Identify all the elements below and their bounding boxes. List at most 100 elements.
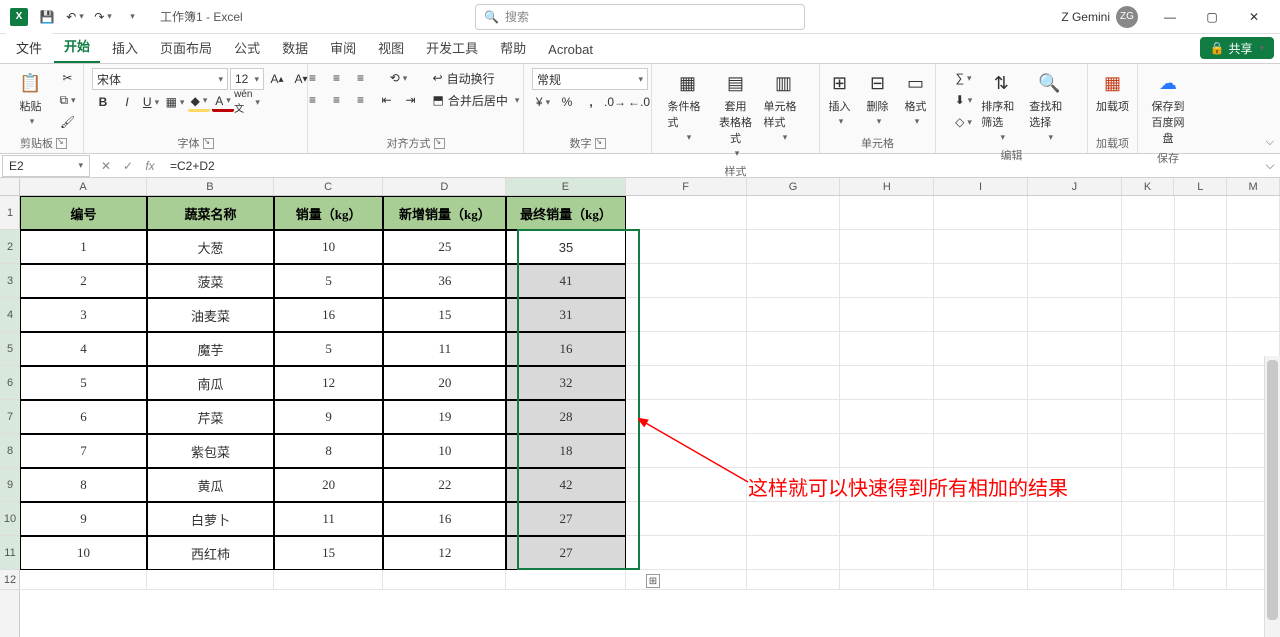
cell-F9[interactable] bbox=[626, 468, 747, 502]
cell-I3[interactable] bbox=[934, 264, 1028, 298]
cell-G10[interactable] bbox=[747, 502, 841, 536]
cell-B12[interactable] bbox=[147, 570, 274, 590]
row-header-12[interactable]: 12 bbox=[0, 570, 20, 590]
user-account[interactable]: Z Gemini ZG bbox=[1061, 6, 1138, 28]
cell-A9[interactable]: 8 bbox=[20, 468, 147, 502]
cell-J5[interactable] bbox=[1028, 332, 1122, 366]
cell-A1[interactable]: 编号 bbox=[20, 196, 147, 230]
cell-L11[interactable] bbox=[1175, 536, 1228, 570]
cell-B8[interactable]: 紫包菜 bbox=[147, 434, 274, 468]
column-header-F[interactable]: F bbox=[626, 178, 747, 195]
format-painter-button[interactable]: 🖌 bbox=[56, 112, 78, 132]
cell-I10[interactable] bbox=[934, 502, 1028, 536]
cell-B2[interactable]: 大葱 bbox=[147, 230, 274, 264]
cell-I4[interactable] bbox=[934, 298, 1028, 332]
cell-M1[interactable] bbox=[1227, 196, 1280, 230]
column-header-D[interactable]: D bbox=[383, 178, 506, 195]
cell-M2[interactable] bbox=[1227, 230, 1280, 264]
cell-D8[interactable]: 10 bbox=[383, 434, 506, 468]
column-header-K[interactable]: K bbox=[1122, 178, 1175, 195]
cell-E12[interactable] bbox=[506, 570, 625, 590]
cell-D3[interactable]: 36 bbox=[383, 264, 506, 298]
cell-C9[interactable]: 20 bbox=[274, 468, 383, 502]
cell-F4[interactable] bbox=[626, 298, 747, 332]
cell-B3[interactable]: 菠菜 bbox=[147, 264, 274, 298]
cell-C4[interactable]: 16 bbox=[274, 298, 383, 332]
cell-K10[interactable] bbox=[1122, 502, 1175, 536]
increase-font-button[interactable]: A▴ bbox=[266, 69, 288, 89]
share-button[interactable]: 🔒 共享 ▾ bbox=[1200, 37, 1275, 59]
maximize-button[interactable]: ▢ bbox=[1192, 2, 1232, 32]
number-dialog-launcher[interactable] bbox=[595, 138, 606, 149]
row-header-8[interactable]: 8 bbox=[0, 434, 20, 468]
cell-A6[interactable]: 5 bbox=[20, 366, 147, 400]
cell-H7[interactable] bbox=[840, 400, 934, 434]
cell-J4[interactable] bbox=[1028, 298, 1122, 332]
cell-D10[interactable]: 16 bbox=[383, 502, 506, 536]
decrease-indent-button[interactable]: ⇤ bbox=[376, 90, 398, 110]
cell-C12[interactable] bbox=[274, 570, 383, 590]
cell-F11[interactable] bbox=[626, 536, 747, 570]
cell-B4[interactable]: 油麦菜 bbox=[147, 298, 274, 332]
row-header-1[interactable]: 1 bbox=[0, 196, 20, 230]
cell-J8[interactable] bbox=[1028, 434, 1122, 468]
cell-M4[interactable] bbox=[1227, 298, 1280, 332]
tab-insert[interactable]: 插入 bbox=[102, 32, 148, 63]
cell-A10[interactable]: 9 bbox=[20, 502, 147, 536]
cell-K6[interactable] bbox=[1122, 366, 1175, 400]
column-header-G[interactable]: G bbox=[747, 178, 841, 195]
cell-L6[interactable] bbox=[1175, 366, 1228, 400]
cell-I8[interactable] bbox=[934, 434, 1028, 468]
cell-A3[interactable]: 2 bbox=[20, 264, 147, 298]
font-dialog-launcher[interactable] bbox=[203, 138, 214, 149]
cell-F5[interactable] bbox=[626, 332, 747, 366]
conditional-format-button[interactable]: ▦条件格式▾ bbox=[666, 68, 710, 145]
phonetic-button[interactable]: wén文▾ bbox=[236, 92, 258, 112]
underline-button[interactable]: U▾ bbox=[140, 92, 162, 112]
name-box[interactable]: E2▾ bbox=[2, 155, 90, 177]
cell-A7[interactable]: 6 bbox=[20, 400, 147, 434]
cell-K5[interactable] bbox=[1122, 332, 1175, 366]
fill-color-button[interactable]: ◆▾ bbox=[188, 92, 210, 112]
column-header-C[interactable]: C bbox=[274, 178, 383, 195]
cell-C10[interactable]: 11 bbox=[274, 502, 383, 536]
clear-button[interactable]: ◇▾ bbox=[952, 112, 976, 132]
cell-styles-button[interactable]: ▥单元格样式▾ bbox=[762, 68, 806, 145]
formula-bar-expand[interactable]: ⌵ bbox=[1260, 158, 1280, 173]
tab-developer[interactable]: 开发工具 bbox=[416, 32, 488, 63]
paste-button[interactable]: 📋 粘贴 ▾ bbox=[8, 68, 52, 129]
align-left-button[interactable]: ≡ bbox=[302, 90, 324, 110]
cell-H10[interactable] bbox=[840, 502, 934, 536]
autofill-options-button[interactable]: ⊞ bbox=[646, 574, 660, 588]
cell-D12[interactable] bbox=[383, 570, 506, 590]
autosum-button[interactable]: ∑▾ bbox=[952, 68, 976, 88]
cell-A12[interactable] bbox=[20, 570, 147, 590]
wrap-text-button[interactable]: ↩ 自动换行 bbox=[430, 68, 530, 88]
cell-B1[interactable]: 蔬菜名称 bbox=[147, 196, 274, 230]
cell-J10[interactable] bbox=[1028, 502, 1122, 536]
tab-data[interactable]: 数据 bbox=[272, 32, 318, 63]
cell-D6[interactable]: 20 bbox=[383, 366, 506, 400]
cell-H1[interactable] bbox=[840, 196, 934, 230]
align-center-button[interactable]: ≡ bbox=[326, 90, 348, 110]
undo-icon[interactable]: ↶▾ bbox=[62, 4, 88, 30]
cell-L9[interactable] bbox=[1175, 468, 1228, 502]
sort-filter-button[interactable]: ⇅排序和筛选▾ bbox=[979, 68, 1023, 145]
cell-E1[interactable]: 最终销量（kg） bbox=[506, 196, 625, 230]
cell-L2[interactable] bbox=[1175, 230, 1228, 264]
find-select-button[interactable]: 🔍查找和选择▾ bbox=[1027, 68, 1071, 145]
cell-I1[interactable] bbox=[934, 196, 1028, 230]
vertical-scrollbar-thumb[interactable] bbox=[1267, 360, 1278, 620]
cell-H11[interactable] bbox=[840, 536, 934, 570]
cell-I11[interactable] bbox=[934, 536, 1028, 570]
cell-H3[interactable] bbox=[840, 264, 934, 298]
search-box[interactable]: 🔍 搜索 bbox=[475, 4, 805, 30]
fill-button[interactable]: ⬇▾ bbox=[952, 90, 976, 110]
cell-K4[interactable] bbox=[1122, 298, 1175, 332]
tab-acrobat[interactable]: Acrobat bbox=[538, 36, 603, 63]
cell-C8[interactable]: 8 bbox=[274, 434, 383, 468]
cell-A2[interactable]: 1 bbox=[20, 230, 147, 264]
clipboard-dialog-launcher[interactable] bbox=[56, 138, 67, 149]
tab-page-layout[interactable]: 页面布局 bbox=[150, 32, 222, 63]
cell-A4[interactable]: 3 bbox=[20, 298, 147, 332]
